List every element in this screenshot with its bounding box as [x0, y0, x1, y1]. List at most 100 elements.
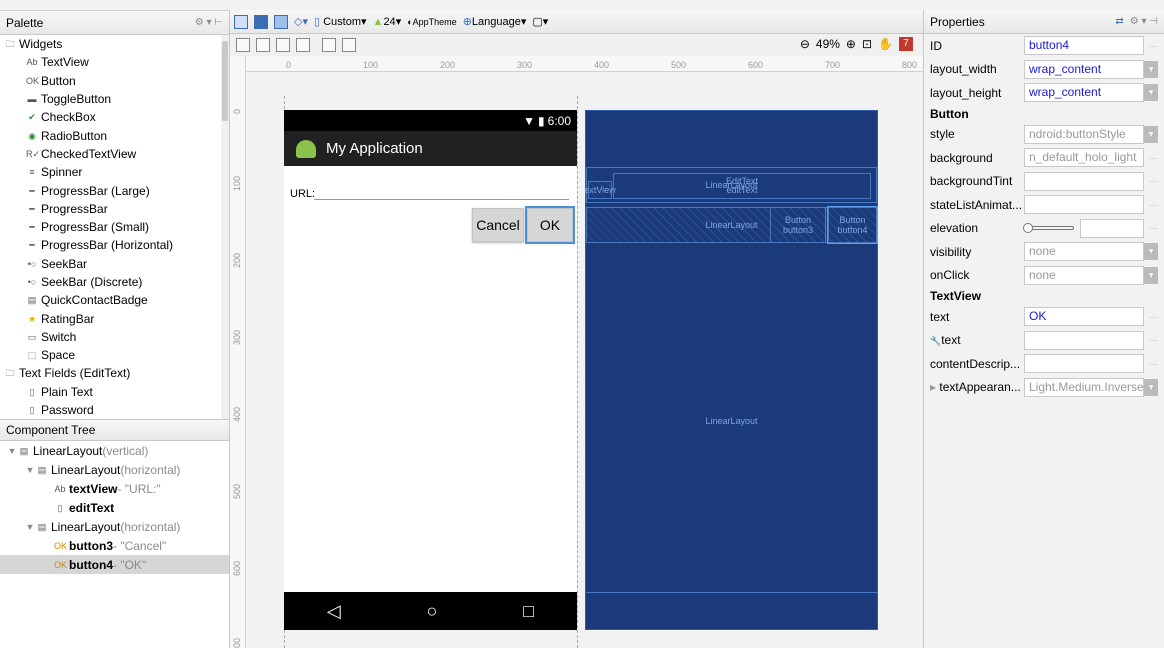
language-selector[interactable]: ⊕Language▾	[463, 15, 527, 28]
palette-item[interactable]: ▯ Plain Text	[0, 383, 229, 401]
palette-item[interactable]: ≡ Spinner	[0, 163, 229, 181]
palette-item[interactable]: ✔ CheckBox	[0, 108, 229, 126]
zoom-in-icon[interactable]: ⊕	[846, 37, 856, 51]
more-icon[interactable]: ···	[1149, 88, 1158, 98]
api-selector[interactable]: ▲24▾	[373, 15, 402, 28]
palette-item[interactable]: ▬ ToggleButton	[0, 90, 229, 108]
tree-item[interactable]: Ab textView - "URL:"	[0, 479, 229, 498]
more-icon[interactable]: ···	[1149, 41, 1158, 51]
palette-item[interactable]: ◉ RadioButton	[0, 126, 229, 144]
tree-item[interactable]: ▼ ▤ LinearLayout (horizontal)	[0, 460, 229, 479]
palette-item[interactable]: R✓ CheckedTextView	[0, 145, 229, 163]
palette-item[interactable]: ━ ProgressBar (Small)	[0, 218, 229, 236]
elevation-input[interactable]	[1080, 218, 1144, 238]
scrollbar-thumb[interactable]	[222, 41, 228, 121]
more-icon[interactable]: ···	[1149, 247, 1158, 257]
more-icon[interactable]: ···	[1149, 129, 1158, 139]
bp-linearlayout-root[interactable]: LinearLayout	[586, 251, 877, 591]
property-value[interactable]	[1024, 330, 1144, 350]
columns-icon[interactable]	[236, 38, 250, 52]
pan-icon[interactable]: ✋	[878, 37, 893, 51]
palette-item[interactable]: •○ SeekBar	[0, 255, 229, 273]
property-value[interactable]: wrap_content	[1024, 59, 1144, 79]
property-value[interactable]: button4	[1024, 36, 1144, 56]
palette-scrollbar[interactable]	[221, 35, 229, 419]
design-canvas[interactable]: ▼ ▮ 6:00 My Application URL: Cancel OK ◁…	[246, 72, 923, 648]
bp-button3[interactable]: Button button3	[770, 207, 826, 243]
zoom-fit-icon[interactable]: ⊡	[862, 37, 872, 51]
url-label[interactable]: URL:	[290, 188, 315, 200]
property-value[interactable]: OK	[1024, 307, 1144, 327]
align-icon[interactable]	[256, 38, 270, 52]
palette-item[interactable]: 🗀 Widgets	[0, 35, 229, 53]
more-icon[interactable]: ···	[1149, 270, 1158, 280]
tree-item[interactable]: OK button4 - "OK"	[0, 555, 229, 574]
expand-icon[interactable]: ▼	[24, 465, 36, 475]
more-icon[interactable]: ···	[1149, 359, 1158, 369]
expand-icon[interactable]: ▼	[6, 446, 18, 456]
property-value[interactable]: none	[1024, 265, 1144, 285]
distribute-icon[interactable]	[296, 38, 310, 52]
more-icon[interactable]: ···	[1149, 176, 1158, 186]
back-icon[interactable]: ◁	[327, 601, 341, 622]
swap-view-icon[interactable]: ⇄	[1115, 16, 1123, 27]
palette-item[interactable]: ▯ Password	[0, 401, 229, 419]
palette-item[interactable]: ★ RatingBar	[0, 309, 229, 327]
baseline-icon[interactable]	[276, 38, 290, 52]
property-value[interactable]: wrap_content	[1024, 83, 1144, 103]
url-edittext[interactable]	[314, 186, 569, 200]
tree-item[interactable]: ▼ ▤ LinearLayout (vertical)	[0, 441, 229, 460]
bp-edittext[interactable]: EditText editText	[613, 173, 871, 199]
property-value[interactable]: ndroid:buttonStyle	[1024, 124, 1144, 144]
palette-item[interactable]: OK Button	[0, 72, 229, 90]
tree-item[interactable]: ▯ editText	[0, 498, 229, 517]
properties-settings-icon[interactable]: ⚙ ▾ ⊣	[1130, 16, 1158, 27]
home-icon[interactable]: ○	[427, 601, 438, 622]
property-value[interactable]	[1024, 171, 1144, 191]
bp-textview[interactable]: extView	[584, 181, 616, 199]
palette-item[interactable]: ▤ QuickContactBadge	[0, 291, 229, 309]
palette-item[interactable]: ━ ProgressBar (Large)	[0, 181, 229, 199]
expand-horizontal-icon[interactable]	[322, 38, 336, 52]
theme-selector[interactable]: ◐AppTheme	[407, 17, 456, 27]
cancel-button[interactable]: Cancel	[472, 208, 524, 242]
palette-item[interactable]: ━ ProgressBar (Horizontal)	[0, 236, 229, 254]
more-icon[interactable]: ···	[1149, 64, 1158, 74]
more-icon[interactable]: ···	[1149, 335, 1158, 345]
recents-icon[interactable]: □	[523, 601, 534, 622]
error-badge-icon[interactable]: 7	[899, 37, 913, 51]
property-value[interactable]: Light.Medium.Inverse	[1024, 377, 1144, 397]
more-icon[interactable]: ···	[1149, 200, 1158, 210]
property-value[interactable]	[1024, 354, 1144, 374]
palette-item[interactable]: •○ SeekBar (Discrete)	[0, 273, 229, 291]
device-selector[interactable]: ▯ Custom▾	[314, 15, 367, 28]
property-value[interactable]: none	[1024, 242, 1144, 262]
palette-settings-icon[interactable]: ⚙ ▾ ⊢	[195, 17, 223, 28]
both-mode-icon[interactable]	[274, 14, 288, 29]
property-value[interactable]: n_default_holo_light	[1024, 148, 1144, 168]
zoom-out-icon[interactable]: ⊖	[800, 37, 810, 51]
more-icon[interactable]: ···	[1149, 153, 1158, 163]
palette-item[interactable]: ▭ Switch	[0, 328, 229, 346]
ok-button[interactable]: OK	[525, 206, 575, 244]
expand-vertical-icon[interactable]	[342, 38, 356, 52]
palette-item[interactable]: 🗀 Text Fields (EditText)	[0, 364, 229, 382]
palette-item[interactable]: Ab TextView	[0, 53, 229, 71]
tree-item[interactable]: ▼ ▤ LinearLayout (horizontal)	[0, 517, 229, 536]
design-mode-icon[interactable]	[234, 14, 248, 29]
bp-button4[interactable]: Button button4	[827, 206, 878, 244]
elevation-slider[interactable]	[1023, 223, 1074, 234]
orientation-icon[interactable]: ◇▾	[294, 15, 308, 28]
more-icon[interactable]: ···	[1149, 382, 1158, 392]
expand-icon[interactable]: ▼	[24, 522, 36, 532]
more-icon[interactable]: ···	[1149, 223, 1158, 233]
property-value[interactable]	[1024, 195, 1144, 215]
layout-variants-icon[interactable]: ▢▾	[532, 15, 548, 28]
palette-item[interactable]: ⬚ Space	[0, 346, 229, 364]
tree-item[interactable]: OK button3 - "Cancel"	[0, 536, 229, 555]
blueprint-mode-icon[interactable]	[254, 14, 268, 29]
expand-icon[interactable]: ▸	[930, 380, 939, 394]
slider-thumb[interactable]	[1023, 223, 1033, 234]
more-icon[interactable]: ···	[1149, 312, 1158, 322]
palette-item[interactable]: ━ ProgressBar	[0, 200, 229, 218]
